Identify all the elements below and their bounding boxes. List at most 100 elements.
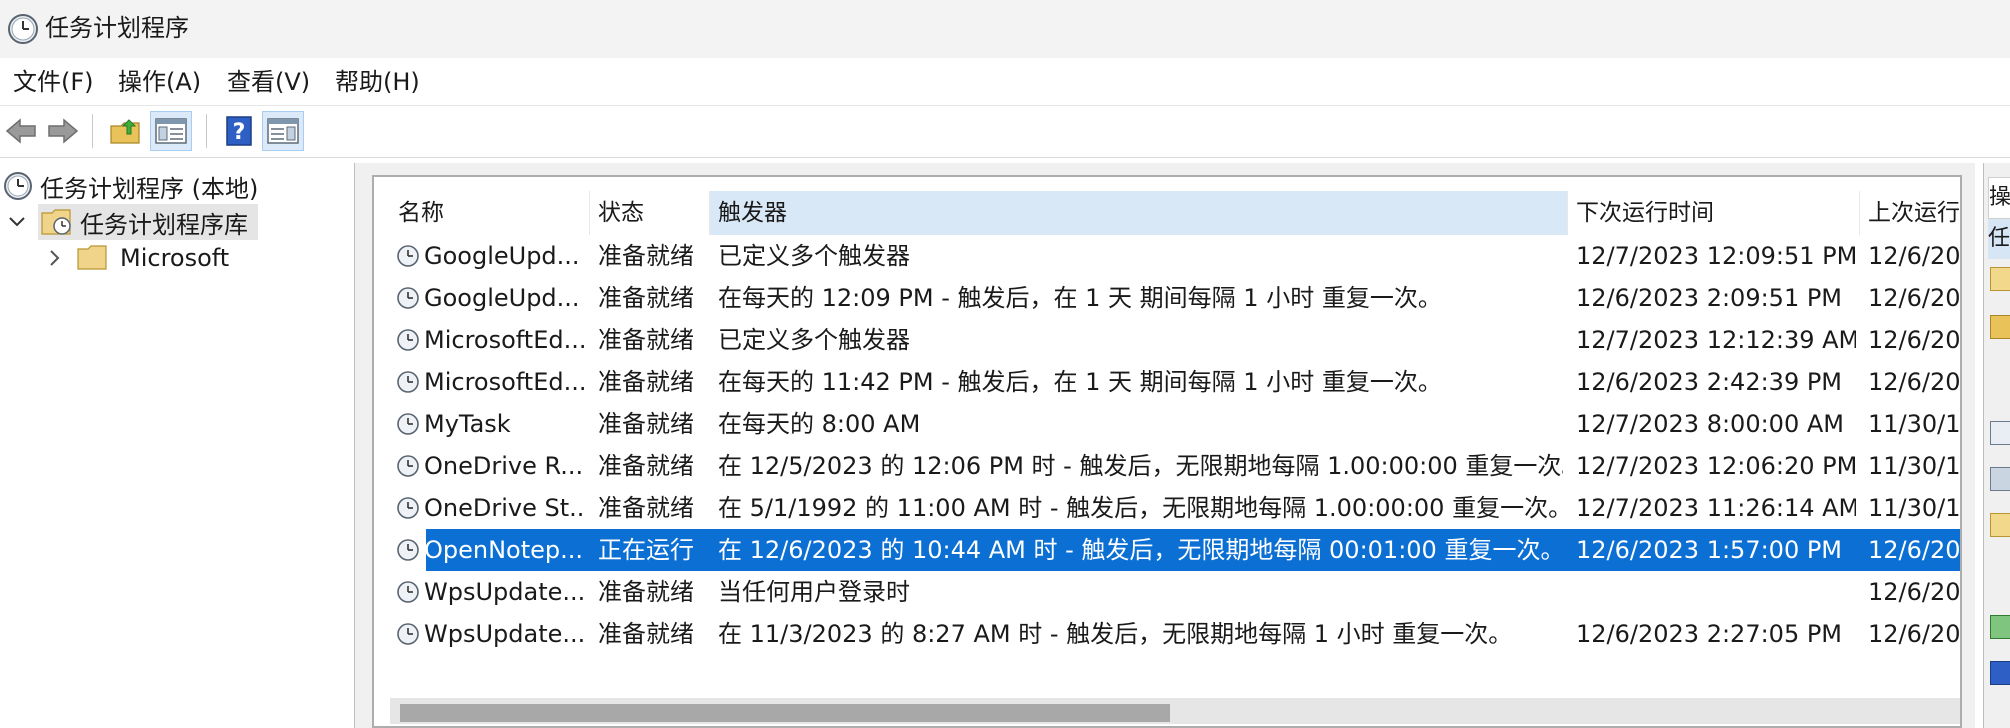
help-icon[interactable]: [1990, 661, 2010, 685]
task-clock-icon: [397, 581, 419, 603]
cell-next: 12/6/2023 2:42:39 PM: [1576, 368, 1843, 396]
cell-name: MicrosoftEd...: [424, 368, 584, 396]
cell-last: 12/6/2023: [1868, 620, 1960, 648]
tree-root-label: 任务计划程序 (本地): [40, 174, 259, 203]
cell-next: 12/6/2023 2:09:51 PM: [1576, 284, 1843, 312]
cell-name: OneDrive R...: [424, 452, 584, 480]
table-row[interactable]: WpsUpdate... 准备就绪当任何用户登录时 12/6/2023: [390, 571, 1960, 613]
tree-library-label: 任务计划程序库: [80, 210, 248, 239]
cell-status: 准备就绪: [598, 284, 694, 312]
up-folder-icon: [110, 119, 140, 144]
tree-item-library[interactable]: 任务计划程序库: [38, 204, 258, 240]
show-hide-console-tree-button[interactable]: [150, 111, 192, 151]
tree-item-microsoft[interactable]: Microsoft: [76, 240, 229, 276]
forward-arrow-icon: [48, 118, 79, 144]
history-icon[interactable]: [1990, 467, 2010, 491]
actions-header: 操: [1988, 177, 2010, 219]
up-one-level-button[interactable]: [104, 111, 146, 151]
chevron-right-icon[interactable]: [48, 249, 62, 267]
run-icon[interactable]: [1990, 615, 2010, 639]
table-row[interactable]: MicrosoftEd... 准备就绪 在每天的 11:42 PM - 触发后，在 …: [390, 361, 1960, 403]
show-hide-action-pane-icon: [267, 118, 299, 144]
cell-trigger: 在每天的 12:09 PM - 触发后，在 1 天 期间每隔 1 小时 重复一次…: [718, 284, 1442, 312]
task-clock-icon: [397, 371, 419, 393]
cell-trigger: 当任何用户登录时: [718, 578, 910, 606]
horizontal-scrollbar[interactable]: [390, 698, 1960, 724]
menu-bar: 文件(F) 操作(A) 查看(V) 帮助(H): [0, 58, 2010, 106]
cell-next: 12/6/2023 1:57:00 PM: [1576, 536, 1843, 564]
task-clock-icon: [397, 329, 419, 351]
help-button[interactable]: ?: [218, 111, 260, 151]
cell-last: 12/6/2023: [1868, 578, 1960, 606]
table-row[interactable]: GoogleUpd... 准备就绪 已定义多个触发器 12/7/2023 12:09:…: [390, 235, 1960, 277]
menu-action[interactable]: 操作(A): [116, 66, 203, 98]
menu-file[interactable]: 文件(F): [11, 66, 96, 98]
clock-icon: [4, 172, 32, 200]
task-clock-icon: [397, 413, 419, 435]
scrollbar-thumb[interactable]: [400, 704, 1170, 722]
cell-status: 正在运行: [598, 536, 694, 564]
table-row[interactable]: GoogleUpd... 准备就绪 在每天的 12:09 PM - 触发后，在 1 …: [390, 277, 1960, 319]
table-row[interactable]: OneDrive St... 准备就绪在 5/1/1992 的 11:00 AM …: [390, 487, 1960, 529]
cell-status: 准备就绪: [598, 326, 694, 354]
actions-section[interactable]: 任: [1988, 219, 2010, 259]
import-task-icon[interactable]: [1990, 315, 2010, 339]
create-task-icon[interactable]: [1990, 267, 2010, 291]
forward-button[interactable]: [42, 111, 84, 151]
new-folder-icon[interactable]: [1990, 513, 2010, 537]
cell-trigger: 在 11/3/2023 的 8:27 AM 时 - 触发后，无限期地每隔 1 小…: [718, 620, 1513, 648]
help-icon: ?: [226, 116, 252, 146]
cell-next: 12/7/2023 12:06:20 PM: [1576, 452, 1856, 480]
cell-status: 准备就绪: [598, 410, 694, 438]
task-clock-icon: [397, 497, 419, 519]
cell-last: 11/30/199: [1868, 452, 1960, 480]
cell-trigger: 在 12/6/2023 的 10:44 AM 时 - 触发后，无限期地每隔 00…: [718, 536, 1563, 564]
cell-status: 准备就绪: [598, 452, 694, 480]
title-bar: 任务计划程序: [0, 0, 2010, 58]
cell-trigger: 已定义多个触发器: [718, 242, 910, 270]
cell-name: GoogleUpd...: [424, 284, 580, 312]
column-header-name[interactable]: 名称: [390, 191, 590, 235]
back-button[interactable]: [0, 111, 42, 151]
cell-last: 12/6/2023: [1868, 242, 1960, 270]
show-hide-console-tree-icon: [155, 118, 187, 144]
column-header-next-run[interactable]: 下次运行时间: [1568, 191, 1860, 235]
toolbar-separator: [92, 114, 93, 148]
task-clock-icon: [397, 623, 419, 645]
folder-icon: [77, 245, 107, 270]
cell-status: 准备就绪: [598, 494, 694, 522]
tree-root-item[interactable]: 任务计划程序 (本地): [2, 168, 258, 204]
cell-next: 12/7/2023 8:00:00 AM: [1576, 410, 1844, 438]
cell-name: WpsUpdate...: [424, 578, 584, 606]
display-running-icon[interactable]: [1990, 421, 2010, 445]
cell-name: OpenNotep...: [424, 536, 584, 564]
cell-name: WpsUpdate...: [424, 620, 584, 648]
clock-icon: [8, 14, 38, 44]
cell-status: 准备就绪: [598, 578, 694, 606]
menu-help[interactable]: 帮助(H): [333, 66, 422, 98]
table-row[interactable]: OpenNotep... 正在运行在 12/6/2023 的 10:44 AM 时…: [390, 529, 1960, 571]
task-list: 名称 状态 触发器 下次运行时间 上次运行时 GoogleUpd...准备就绪已…: [372, 175, 1962, 728]
cell-trigger: 在 12/5/2023 的 12:06 PM 时 - 触发后，无限期地每隔 1.…: [718, 452, 1563, 480]
column-header-trigger[interactable]: 触发器: [710, 191, 1568, 235]
pane-splitter[interactable]: [355, 163, 365, 728]
cell-last: 12/6/2023: [1868, 368, 1960, 396]
cell-last: 12/6/2023: [1868, 536, 1960, 564]
table-row[interactable]: OneDrive R... 准备就绪在 12/5/2023 的 12:06 PM …: [390, 445, 1960, 487]
cell-last: 11/30/199: [1868, 494, 1960, 522]
cell-trigger: 在每天的 8:00 AM: [718, 410, 921, 438]
cell-next: [1576, 571, 1856, 613]
show-hide-action-pane-button[interactable]: [262, 111, 304, 151]
cell-last: 11/30/199: [1868, 410, 1960, 438]
menu-view[interactable]: 查看(V): [225, 66, 312, 98]
cell-next: 12/7/2023 12:09:51 PM: [1576, 242, 1856, 270]
task-clock-icon: [397, 287, 419, 309]
chevron-down-icon[interactable]: [8, 215, 26, 229]
column-header-last-run[interactable]: 上次运行时: [1860, 191, 1960, 235]
cell-trigger: 在每天的 11:42 PM - 触发后，在 1 天 期间每隔 1 小时 重复一次…: [718, 368, 1442, 396]
table-row[interactable]: MyTask 准备就绪 在每天的 8:00 AM 12/7/2023 8:00:00 …: [390, 403, 1960, 445]
cell-last: 12/6/2023: [1868, 326, 1960, 354]
table-row[interactable]: MicrosoftEd... 准备就绪 已定义多个触发器 12/7/2023 12:1…: [390, 319, 1960, 361]
table-row[interactable]: WpsUpdate... 准备就绪在 11/3/2023 的 8:27 AM 时 …: [390, 613, 1960, 655]
column-header-status[interactable]: 状态: [590, 191, 710, 235]
